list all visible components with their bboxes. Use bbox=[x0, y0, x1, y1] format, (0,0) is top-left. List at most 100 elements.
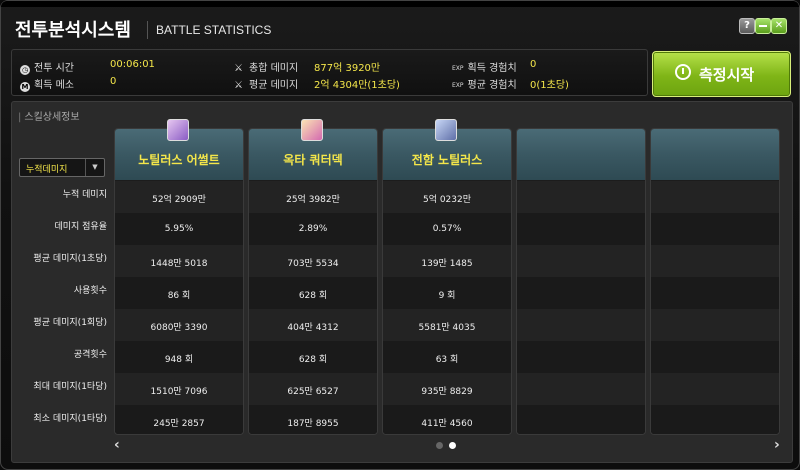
meso-stat: M 획득 메소 0 bbox=[20, 76, 116, 92]
table-cell: 9 회 bbox=[438, 291, 456, 301]
empty-skill-column bbox=[650, 128, 780, 435]
title-separator bbox=[147, 21, 148, 39]
exp-badge: EXP bbox=[452, 82, 464, 89]
table-cell: 139만 1485 bbox=[421, 259, 473, 269]
window-top-strip bbox=[1, 1, 799, 7]
pagination-dot[interactable] bbox=[436, 442, 443, 449]
row-label: 평균 데미지(1초당) bbox=[33, 254, 107, 264]
next-page-arrow[interactable]: › bbox=[774, 437, 780, 453]
stats-summary-bar: ◷ 전투 시간 00:06:01 M 획득 메소 0 ⚔ 총합 데미지 877억 39… bbox=[11, 49, 648, 96]
skill-column: 노틸러스 어썰트 52억 2909만 5.95% 1448만 5018 86 회 6080… bbox=[114, 128, 244, 435]
table-cell: 86 회 bbox=[167, 291, 191, 301]
battle-statistics-window: 전투분석시스템 BATTLE STATISTICS ? ✕ ◷ 전투 시간 00:… bbox=[0, 0, 800, 470]
table-cell: 0.57% bbox=[432, 224, 462, 234]
avg-exp-stat: EXP 평균 경험치 0(1초당) bbox=[452, 76, 569, 91]
meso-value: 0 bbox=[110, 76, 117, 87]
row-label: 데미지 점유율 bbox=[54, 222, 107, 232]
sword-icon: ⚔ bbox=[234, 63, 243, 74]
table-cell: 6080만 3390 bbox=[150, 323, 208, 333]
sort-dropdown[interactable]: 누적데미지 ▼ bbox=[19, 158, 105, 177]
minimize-button[interactable] bbox=[755, 18, 771, 34]
table-cell-bg bbox=[517, 181, 645, 213]
battle-time-stat: ◷ 전투 시간 00:06:01 bbox=[20, 59, 155, 75]
battle-time-value: 00:06:01 bbox=[110, 59, 155, 70]
table-cell: 25억 3982만 bbox=[286, 195, 340, 205]
table-cell: 404만 4312 bbox=[287, 323, 339, 333]
table-cell-bg bbox=[517, 405, 645, 434]
nautilus-assault-icon bbox=[167, 119, 189, 141]
table-cell-bg bbox=[651, 181, 779, 213]
table-cell: 411만 4560 bbox=[421, 419, 473, 429]
table-cell-bg bbox=[651, 405, 779, 434]
table-cell-bg bbox=[651, 277, 779, 309]
avg-damage-label: 평균 데미지 bbox=[249, 80, 299, 91]
table-cell: 625만 6527 bbox=[287, 387, 339, 397]
table-cell: 628 회 bbox=[298, 291, 328, 301]
table-cell: 187만 8955 bbox=[287, 419, 339, 429]
sword-icon: ⚔ bbox=[234, 80, 243, 91]
table-cell-bg bbox=[517, 373, 645, 405]
table-cell-bg bbox=[651, 341, 779, 373]
table-cell: 2.89% bbox=[298, 224, 328, 234]
avg-exp-label: 평균 경험치 bbox=[467, 80, 517, 91]
table-cell-bg bbox=[651, 245, 779, 277]
skill-detail-panel: | 스킬상세정보 누적데미지 ▼ 누적 데미지 데미지 점유율 평균 데미지(1초당)… bbox=[11, 101, 793, 463]
help-button[interactable]: ? bbox=[739, 18, 755, 34]
skill-column-header bbox=[517, 129, 645, 180]
skill-column-header bbox=[651, 129, 779, 180]
row-label: 최소 데미지(1타당) bbox=[33, 414, 107, 424]
table-cell: 5581만 4035 bbox=[418, 323, 476, 333]
table-cell: 1510만 7096 bbox=[150, 387, 208, 397]
close-button[interactable]: ✕ bbox=[771, 18, 787, 34]
minimize-icon bbox=[759, 25, 767, 27]
exp-stat: EXP 획득 경험치 0 bbox=[452, 59, 536, 74]
table-cell: 63 회 bbox=[435, 355, 459, 365]
battle-time-label: 전투 시간 bbox=[34, 63, 74, 74]
table-cell: 245만 2857 bbox=[153, 419, 205, 429]
skill-name: 전함 노틸러스 bbox=[411, 153, 483, 167]
title-bar: 전투분석시스템 BATTLE STATISTICS ? ✕ bbox=[9, 11, 791, 45]
table-cell: 935만 8829 bbox=[421, 387, 473, 397]
table-cell: 628 회 bbox=[298, 355, 328, 365]
total-damage-label: 총합 데미지 bbox=[249, 63, 299, 74]
row-label: 사용횟수 bbox=[73, 286, 107, 296]
table-cell-bg bbox=[517, 309, 645, 341]
chevron-down-icon: ▼ bbox=[85, 159, 104, 176]
battleship-nautilus-icon bbox=[435, 119, 457, 141]
row-label: 최대 데미지(1타당) bbox=[33, 382, 107, 392]
prev-page-arrow[interactable]: ‹ bbox=[114, 437, 120, 453]
skill-column: 옥타 쿼터덱 25억 3982만 2.89% 703만 5534 628 회 404만 4… bbox=[248, 128, 378, 435]
table-cell: 703만 5534 bbox=[287, 259, 339, 269]
table-cell: 948 회 bbox=[164, 355, 194, 365]
pagination-dot[interactable] bbox=[449, 442, 456, 449]
row-label: 평균 데미지(1회당) bbox=[33, 318, 107, 328]
octa-quarterdeck-icon bbox=[301, 119, 323, 141]
exp-badge: EXP bbox=[452, 65, 464, 72]
total-damage-value: 877억 3920만 bbox=[314, 63, 381, 74]
table-cell-bg bbox=[517, 213, 645, 245]
table-cell: 52억 2909만 bbox=[152, 195, 206, 205]
skill-column: 전함 노틸러스 5억 0232만 0.57% 139만 1485 9 회 5581만 40… bbox=[382, 128, 512, 435]
clock-icon: ◷ bbox=[20, 65, 30, 75]
table-cell-bg bbox=[651, 309, 779, 341]
exp-value: 0 bbox=[530, 59, 537, 70]
table-cell-bg bbox=[651, 373, 779, 405]
avg-damage-stat: ⚔ 평균 데미지 2억 4304만(1초당) bbox=[234, 76, 400, 91]
avg-exp-value: 0(1초당) bbox=[530, 80, 569, 91]
table-cell: 1448만 5018 bbox=[150, 259, 208, 269]
window-subtitle: BATTLE STATISTICS bbox=[156, 23, 272, 37]
gauge-icon bbox=[675, 64, 691, 80]
table-cell: 5.95% bbox=[164, 224, 194, 234]
table-cell-bg bbox=[517, 341, 645, 373]
start-measure-button[interactable]: 측정시작 bbox=[652, 51, 791, 97]
section-title: | 스킬상세정보 bbox=[18, 112, 80, 123]
start-measure-label: 측정시작 bbox=[699, 66, 755, 84]
section-title-text: 스킬상세정보 bbox=[24, 112, 80, 123]
skill-name: 옥타 쿼터덱 bbox=[283, 153, 343, 167]
row-label: 공격횟수 bbox=[73, 350, 107, 360]
table-cell-bg bbox=[517, 277, 645, 309]
avg-damage-value: 2억 4304만(1초당) bbox=[314, 80, 400, 91]
empty-skill-column bbox=[516, 128, 646, 435]
table-cell-bg bbox=[517, 245, 645, 277]
meso-label: 획득 메소 bbox=[34, 80, 74, 91]
